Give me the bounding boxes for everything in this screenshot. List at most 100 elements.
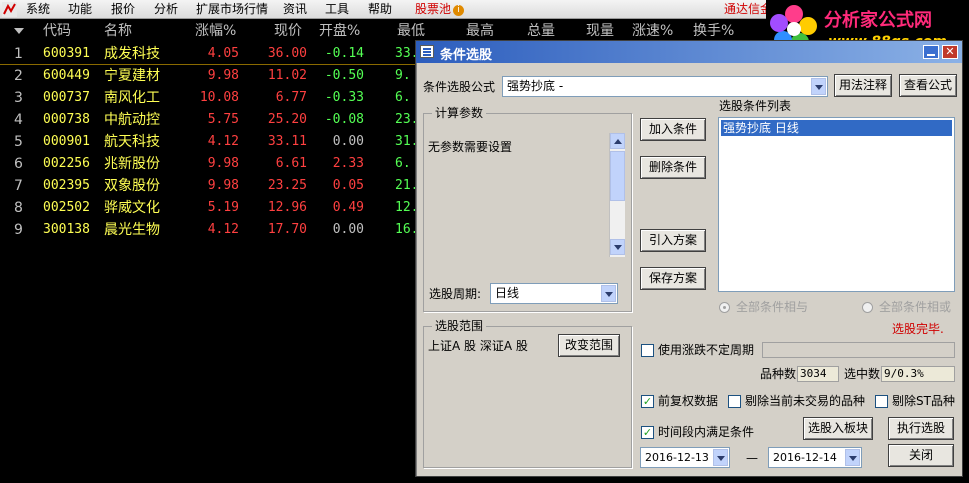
col-turnover-pct[interactable]: 换手% bbox=[693, 22, 734, 41]
col-price[interactable]: 现价 bbox=[274, 22, 302, 41]
row-index: 3 bbox=[14, 90, 23, 106]
add-condition-button[interactable]: 加入条件 bbox=[640, 118, 706, 141]
condition-list[interactable]: 强势抄底 日线 bbox=[718, 117, 955, 292]
usage-notes-button[interactable]: 用法注释 bbox=[834, 74, 892, 97]
limit-period-checkbox[interactable] bbox=[641, 344, 654, 357]
menu-stock-pool[interactable]: 股票池 i bbox=[415, 2, 465, 17]
open-pct: 0.00 bbox=[332, 134, 364, 149]
stock-code: 000738 bbox=[43, 112, 90, 127]
menu-news[interactable]: 资讯 bbox=[283, 2, 307, 17]
close-icon[interactable]: ✕ bbox=[942, 45, 958, 59]
row-index: 4 bbox=[14, 112, 23, 128]
prefq-checkbox[interactable]: ✓ bbox=[641, 395, 654, 408]
price: 6.61 bbox=[275, 156, 307, 171]
stock-name: 晨光生物 bbox=[104, 222, 160, 238]
table-row[interactable]: 7 002395 双象股份 9.98 23.25 0.05 21. bbox=[0, 175, 420, 197]
change-pct: 9.98 bbox=[207, 178, 239, 193]
delete-condition-button[interactable]: 删除条件 bbox=[640, 156, 706, 179]
info-badge-icon: i bbox=[453, 5, 465, 16]
execute-button[interactable]: 执行选股 bbox=[888, 417, 954, 440]
menu-quote[interactable]: 报价 bbox=[111, 2, 135, 17]
change-pct: 4.12 bbox=[207, 134, 239, 149]
row-index: 2 bbox=[14, 68, 23, 84]
table-row[interactable]: 6 002256 兆新股份 9.98 6.61 2.33 6. bbox=[0, 153, 420, 175]
stock-name: 中航动控 bbox=[104, 112, 160, 128]
col-name[interactable]: 名称 bbox=[104, 22, 132, 41]
view-formula-button[interactable]: 查看公式 bbox=[899, 74, 957, 97]
stock-code: 600391 bbox=[43, 46, 90, 61]
col-change-pct[interactable]: 涨幅% bbox=[195, 22, 236, 41]
change-pct: 4.12 bbox=[207, 222, 239, 237]
app-logo-icon[interactable] bbox=[2, 2, 17, 17]
open-pct: -0.14 bbox=[324, 46, 364, 61]
save-plan-button[interactable]: 保存方案 bbox=[640, 267, 706, 290]
stock-code: 300138 bbox=[43, 222, 90, 237]
menu-help[interactable]: 帮助 bbox=[368, 2, 392, 17]
chevron-down-icon[interactable] bbox=[845, 449, 860, 466]
close-button[interactable]: 关闭 bbox=[888, 444, 954, 467]
stock-code: 000901 bbox=[43, 134, 90, 149]
change-pct: 9.98 bbox=[207, 156, 239, 171]
col-low[interactable]: 最低 bbox=[397, 22, 425, 41]
col-speed-pct[interactable]: 涨速% bbox=[632, 22, 673, 41]
scroll-down-icon[interactable] bbox=[610, 239, 625, 255]
date-from-picker[interactable]: 2016-12-13 bbox=[640, 447, 730, 468]
table-row[interactable]: 3 000737 南风化工 10.08 6.77 -0.33 6. bbox=[0, 87, 420, 109]
menu-tools[interactable]: 工具 bbox=[325, 2, 349, 17]
change-pct: 5.19 bbox=[207, 200, 239, 215]
price: 25.20 bbox=[267, 112, 307, 127]
period-select[interactable]: 日线 bbox=[490, 283, 618, 304]
prefq-label: 前复权数据 bbox=[658, 394, 719, 408]
table-row[interactable]: 2 600449 宁夏建材 9.98 11.02 -0.50 9. bbox=[0, 65, 420, 87]
change-range-button[interactable]: 改变范围 bbox=[558, 334, 620, 357]
stock-name: 双象股份 bbox=[104, 178, 160, 194]
minimize-icon[interactable] bbox=[923, 45, 939, 59]
open-pct: 2.33 bbox=[332, 156, 364, 171]
col-current-volume[interactable]: 现量 bbox=[586, 22, 614, 41]
date-to-picker[interactable]: 2016-12-14 bbox=[768, 447, 862, 468]
condition-list-item[interactable]: 强势抄底 日线 bbox=[721, 120, 952, 136]
dialog-titlebar[interactable]: 条件选股 ✕ bbox=[416, 41, 962, 63]
menu-function[interactable]: 功能 bbox=[68, 2, 92, 17]
table-row[interactable]: 8 002502 骅威文化 5.19 12.96 0.49 12. bbox=[0, 197, 420, 219]
scroll-up-icon[interactable] bbox=[610, 133, 625, 149]
chevron-down-icon[interactable] bbox=[601, 285, 616, 302]
formula-label: 条件选股公式 bbox=[423, 80, 496, 94]
chevron-down-icon[interactable] bbox=[811, 78, 826, 95]
stock-code: 600449 bbox=[43, 68, 90, 83]
params-area: 无参数需要设置 bbox=[425, 130, 623, 260]
exclude-untraded-checkbox[interactable] bbox=[728, 395, 741, 408]
table-row[interactable]: 1 600391 成发科技 4.05 36.00 -0.14 33. bbox=[0, 43, 420, 65]
col-code[interactable]: 代码 bbox=[43, 22, 71, 41]
price: 23.25 bbox=[267, 178, 307, 193]
col-open-pct[interactable]: 开盘% bbox=[319, 22, 360, 41]
radio-all-and[interactable] bbox=[719, 302, 730, 313]
exclude-st-checkbox[interactable] bbox=[875, 395, 888, 408]
row-index: 5 bbox=[14, 134, 23, 150]
chevron-down-icon[interactable] bbox=[713, 449, 728, 466]
menu-broker[interactable]: 通达信金 bbox=[724, 2, 772, 17]
change-pct: 5.75 bbox=[207, 112, 239, 127]
formula-select[interactable]: 强势抄底 - bbox=[502, 76, 828, 97]
col-volume[interactable]: 总量 bbox=[527, 22, 555, 41]
col-high[interactable]: 最高 bbox=[466, 22, 494, 41]
menu-system[interactable]: 系统 bbox=[26, 2, 50, 17]
time-range-checkbox[interactable]: ✓ bbox=[641, 426, 654, 439]
period-value: 日线 bbox=[495, 286, 520, 300]
menu-extended-market[interactable]: 扩展市场行情 bbox=[196, 2, 268, 17]
table-row[interactable]: 4 000738 中航动控 5.75 25.20 -0.08 23. bbox=[0, 109, 420, 131]
radio-all-or[interactable] bbox=[862, 302, 873, 313]
range-group-title: 选股范围 bbox=[432, 319, 487, 333]
table-row[interactable]: 9 300138 晨光生物 4.12 17.70 0.00 16. bbox=[0, 219, 420, 241]
limit-period-field[interactable] bbox=[762, 342, 955, 358]
row-index: 7 bbox=[14, 178, 23, 194]
add-to-block-button[interactable]: 选股入板块 bbox=[803, 417, 873, 440]
price: 17.70 bbox=[267, 222, 307, 237]
params-scrollbar[interactable] bbox=[609, 133, 625, 257]
scroll-thumb[interactable] bbox=[610, 151, 625, 201]
import-plan-button[interactable]: 引入方案 bbox=[640, 229, 706, 252]
menu-analysis[interactable]: 分析 bbox=[154, 2, 178, 17]
table-row[interactable]: 5 000901 航天科技 4.12 33.11 0.00 31. bbox=[0, 131, 420, 153]
price: 12.96 bbox=[267, 200, 307, 215]
open-pct: -0.33 bbox=[324, 90, 364, 105]
